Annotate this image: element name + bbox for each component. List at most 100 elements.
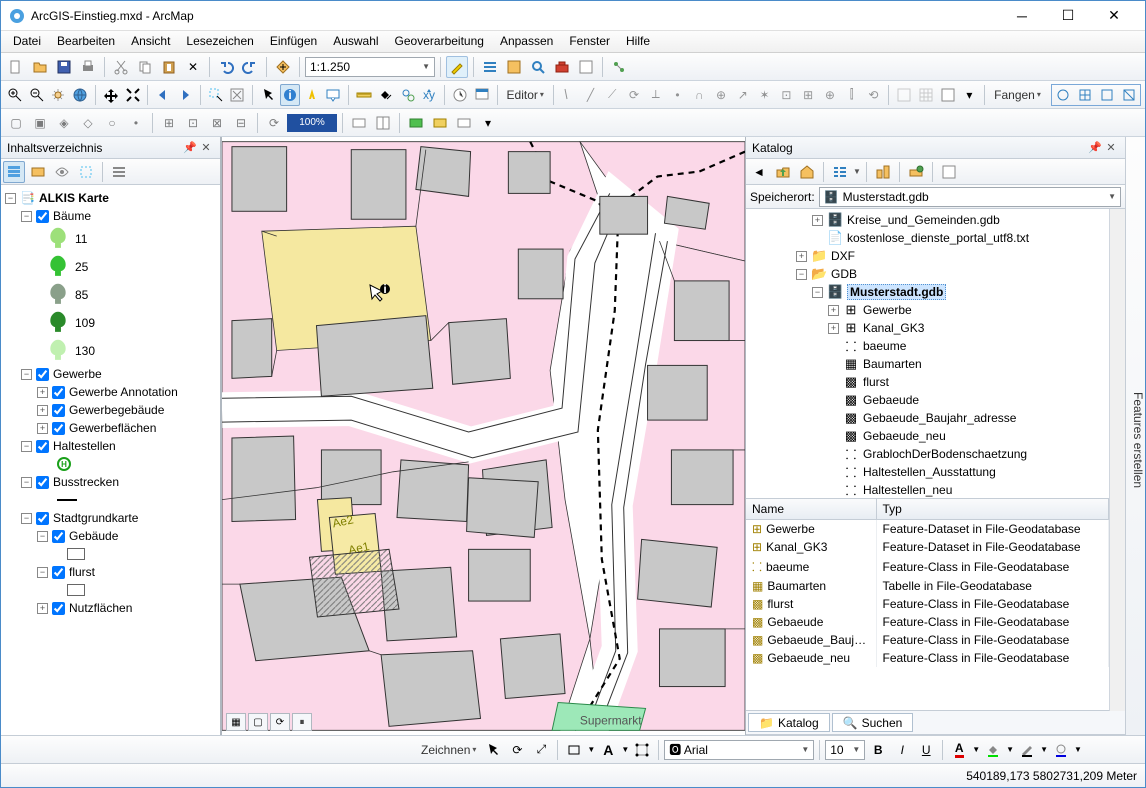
- save-button[interactable]: [53, 56, 75, 78]
- open-button[interactable]: [29, 56, 51, 78]
- draw-edit-icon[interactable]: [631, 739, 653, 761]
- snap-end-icon[interactable]: [1074, 85, 1096, 105]
- features-panel-tab[interactable]: Features erstellen: [1125, 137, 1145, 735]
- gr-16[interactable]: [453, 112, 475, 134]
- attributes-icon[interactable]: [894, 84, 914, 106]
- size-combo[interactable]: 10▼: [825, 740, 865, 760]
- new-button[interactable]: [5, 56, 27, 78]
- map-view-tabs[interactable]: ▦ ▢ ⟳ ⏸: [226, 713, 312, 731]
- underline-icon[interactable]: U: [915, 739, 937, 761]
- cat-item-baumarten[interactable]: ▦Baumarten: [748, 355, 1107, 373]
- cut-button[interactable]: [110, 56, 132, 78]
- pointer-icon[interactable]: [258, 84, 278, 106]
- goto-xy-icon[interactable]: xy: [419, 84, 439, 106]
- cat-item-kanal-gk3[interactable]: +⊞Kanal_GK3: [748, 319, 1107, 337]
- details-row[interactable]: ⊞GewerbeFeature-Dataset in File-Geodatab…: [746, 520, 1109, 539]
- cat-item-musterstadt-gdb[interactable]: −🗄️Musterstadt.gdb: [748, 283, 1107, 301]
- draw-rotate-icon[interactable]: ⟳: [506, 739, 528, 761]
- paste-button[interactable]: [158, 56, 180, 78]
- details-col-type[interactable]: Typ: [876, 499, 1109, 520]
- gr-5[interactable]: ○: [101, 112, 123, 134]
- menu-auswahl[interactable]: Auswahl: [325, 31, 386, 52]
- toc-layer-gewerbe-annotation[interactable]: +Gewerbe Annotation: [3, 383, 218, 401]
- cat-back-icon[interactable]: ◄: [748, 161, 770, 183]
- toc-layer-gebäude[interactable]: −Gebäude: [3, 527, 218, 545]
- cat-options-icon[interactable]: [938, 161, 960, 183]
- menu-hilfe[interactable]: Hilfe: [618, 31, 658, 52]
- toc-draworder-icon[interactable]: [3, 161, 25, 183]
- location-combo[interactable]: 🗄️ Musterstadt.gdb ▼: [819, 187, 1121, 207]
- menu-datei[interactable]: Datei: [5, 31, 49, 52]
- gr-14[interactable]: [405, 112, 427, 134]
- time-slider-icon[interactable]: [450, 84, 470, 106]
- toc-tree[interactable]: − 📑 ALKIS Karte −Bäume 112585109130 −Gew…: [1, 185, 220, 735]
- toc-source-icon[interactable]: [27, 161, 49, 183]
- edit-straight-icon[interactable]: ╱: [581, 84, 601, 106]
- cat-item-haltestellen-neu[interactable]: ⸬Haltestellen_neu: [748, 481, 1107, 499]
- toc-layer-haltestellen[interactable]: −Haltestellen: [3, 437, 218, 455]
- cat-item-kreise-und-gemeinden-gdb[interactable]: +🗄️Kreise_und_Gemeinden.gdb: [748, 211, 1107, 229]
- cat-toggle-icon[interactable]: [872, 161, 894, 183]
- copy-button[interactable]: [134, 56, 156, 78]
- cat-item-grablochderbodenschaetzung[interactable]: ⸬GrablochDerBodenschaetzung: [748, 445, 1107, 463]
- details-row[interactable]: ▦BaumartenTabelle in File-Geodatabase: [746, 577, 1109, 595]
- cat-details-scrollbar[interactable]: [1109, 499, 1125, 711]
- maximize-button[interactable]: ☐: [1045, 2, 1091, 30]
- gr-2[interactable]: ▣: [29, 112, 51, 134]
- fixed-zoom-in-icon[interactable]: [101, 84, 121, 106]
- toc-layer-flurst[interactable]: −flurst: [3, 563, 218, 581]
- add-data-button[interactable]: [272, 56, 294, 78]
- line-color-icon[interactable]: [1016, 739, 1038, 761]
- create-viewer-icon[interactable]: [472, 84, 492, 106]
- tab-suchen[interactable]: 🔍Suchen: [832, 713, 914, 732]
- gr-6[interactable]: •: [125, 112, 147, 134]
- undo-button[interactable]: [215, 56, 237, 78]
- close-button[interactable]: ✕: [1091, 2, 1137, 30]
- print-button[interactable]: [77, 56, 99, 78]
- marker-color-icon[interactable]: [1050, 739, 1072, 761]
- toc-pin-icon[interactable]: 📌: [182, 140, 198, 156]
- gr-8[interactable]: ⊡: [182, 112, 204, 134]
- draw-menu[interactable]: Zeichnen: [417, 743, 480, 757]
- catalog-button[interactable]: [503, 56, 525, 78]
- create-features-icon[interactable]: [938, 84, 958, 106]
- pan-icon[interactable]: [49, 84, 69, 106]
- font-combo[interactable]: 🅾 Arial▼: [664, 740, 814, 760]
- gr-13[interactable]: [372, 112, 394, 134]
- menu-geoverarbeitung[interactable]: Geoverarbeitung: [387, 31, 492, 52]
- back-extent-icon[interactable]: [153, 84, 173, 106]
- cat-tree-scrollbar[interactable]: [1109, 209, 1125, 499]
- cat-item-gdb[interactable]: −📂GDB: [748, 265, 1107, 283]
- edit-arc-icon[interactable]: ⟋: [602, 84, 622, 106]
- zoom-in-icon[interactable]: [5, 84, 25, 106]
- toc-selection-icon[interactable]: [75, 161, 97, 183]
- toc-layer-baeume[interactable]: −Bäume: [3, 207, 218, 225]
- measure-icon[interactable]: [354, 84, 374, 106]
- edit-cut-icon[interactable]: ⊞: [798, 84, 818, 106]
- menu-anpassen[interactable]: Anpassen: [492, 31, 561, 52]
- italic-icon[interactable]: I: [891, 739, 913, 761]
- fill-color-icon[interactable]: [982, 739, 1004, 761]
- cat-item-gebaeude-neu[interactable]: ▩Gebaeude_neu: [748, 427, 1107, 445]
- gr-10[interactable]: ⊟: [230, 112, 252, 134]
- snap-point-icon[interactable]: [1052, 85, 1074, 105]
- forward-extent-icon[interactable]: [175, 84, 195, 106]
- cat-item-gebaeude-baujahr-adresse[interactable]: ▩Gebaeude_Baujahr_adresse: [748, 409, 1107, 427]
- edit-seg-icon[interactable]: ⊡: [776, 84, 796, 106]
- minimize-button[interactable]: ─: [999, 2, 1045, 30]
- pause-view-tab[interactable]: ⏸: [292, 713, 312, 731]
- editor-menu[interactable]: Editor: [503, 88, 548, 102]
- details-row[interactable]: ▩Gebaeude_neuFeature-Class in File-Geoda…: [746, 649, 1109, 667]
- cat-view-icon[interactable]: [829, 161, 851, 183]
- gr-3[interactable]: ◈: [53, 112, 75, 134]
- details-row[interactable]: ▩flurstFeature-Class in File-Geodatabase: [746, 595, 1109, 613]
- edit-reshape-icon[interactable]: ⊕: [820, 84, 840, 106]
- edit-trace-icon[interactable]: ⟳: [624, 84, 644, 106]
- gr-1[interactable]: ▢: [5, 112, 27, 134]
- full-extent-icon[interactable]: [70, 84, 90, 106]
- gr-12[interactable]: [348, 112, 370, 134]
- edit-endarc-icon[interactable]: ∩: [689, 84, 709, 106]
- more-edit-icon[interactable]: ▾: [959, 84, 979, 106]
- cat-connect-icon[interactable]: [905, 161, 927, 183]
- sketch-props-icon[interactable]: [916, 84, 936, 106]
